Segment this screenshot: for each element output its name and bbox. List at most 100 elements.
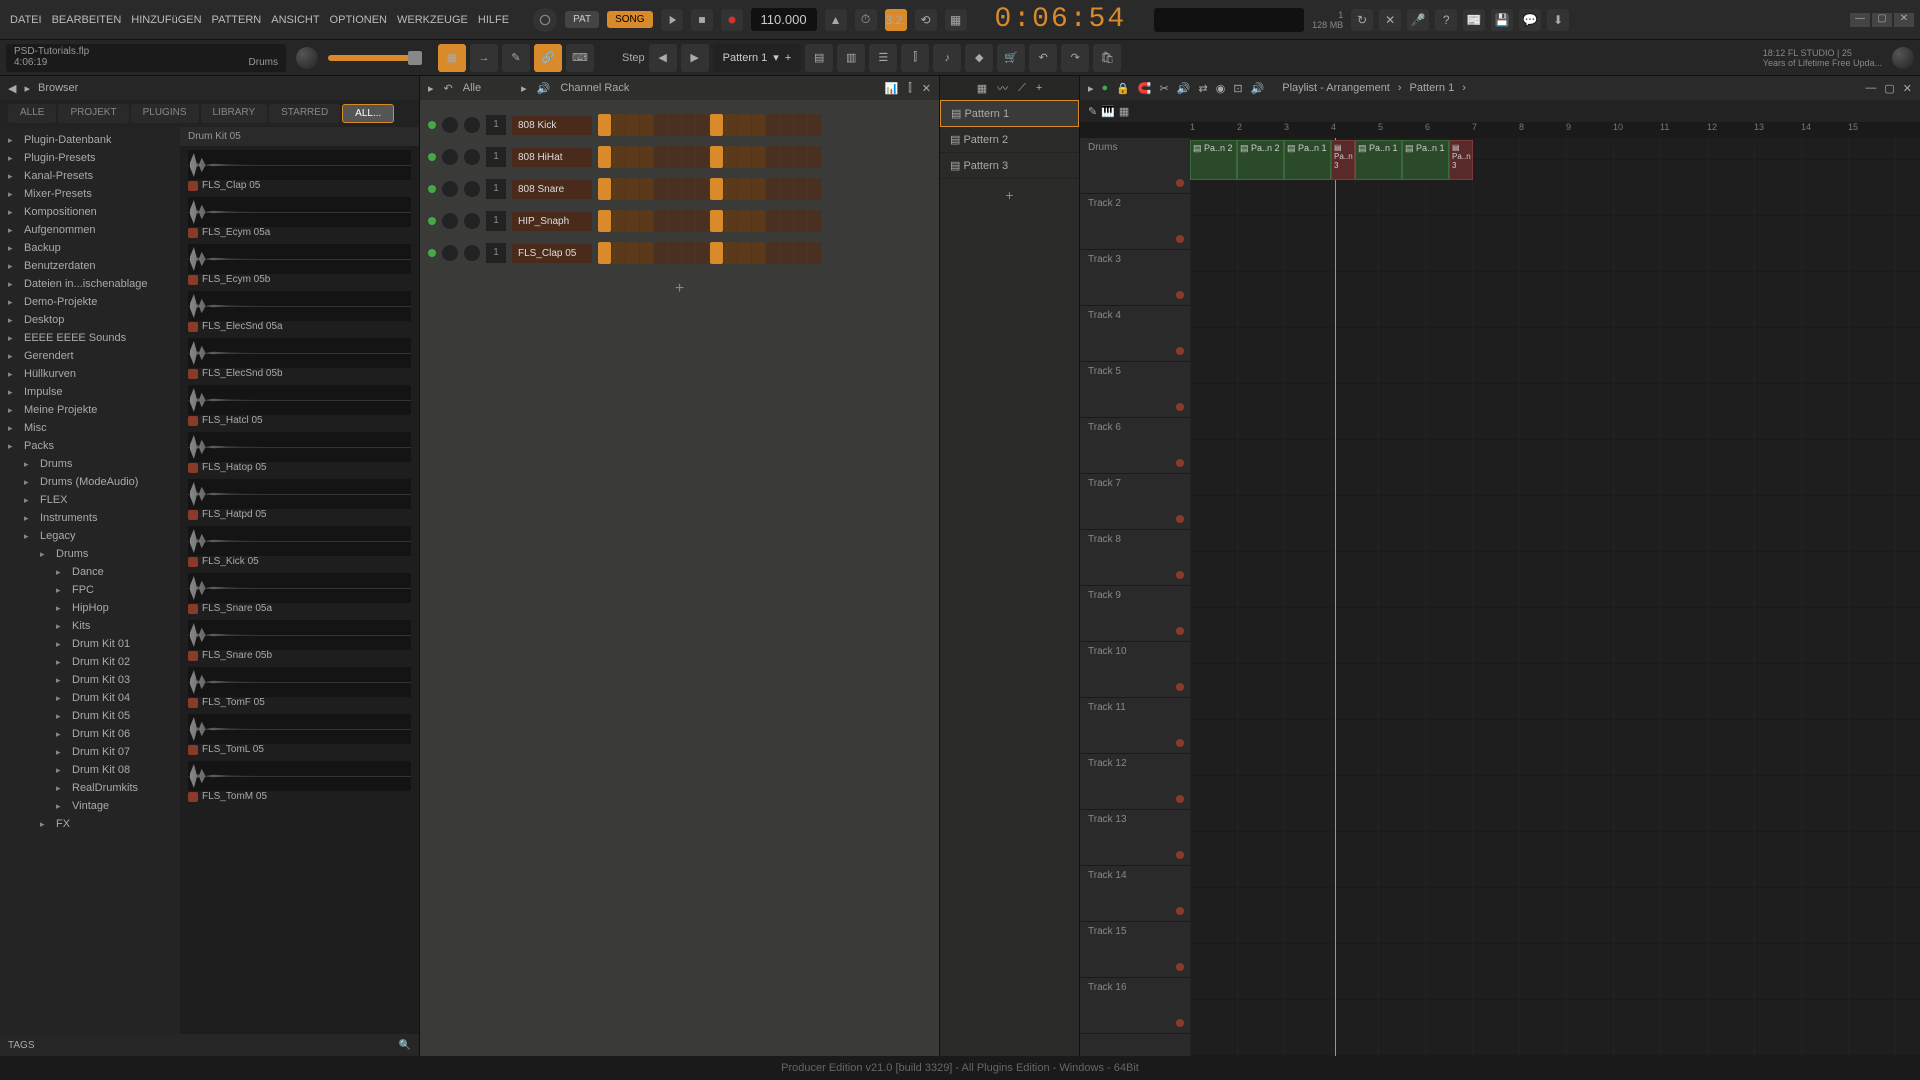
step-button[interactable]	[738, 146, 751, 168]
pan-knob[interactable]	[442, 181, 458, 197]
vol-knob[interactable]	[464, 245, 480, 261]
sample-item[interactable]: FLS_Snare 05b	[180, 616, 419, 663]
step-button[interactable]	[794, 114, 807, 136]
menu-hilfe[interactable]: HILFE	[474, 14, 513, 26]
channel-led[interactable]	[428, 249, 436, 257]
step-button[interactable]	[654, 178, 667, 200]
tree-item[interactable]: ▸FLEX	[0, 491, 180, 509]
step-button[interactable]	[780, 146, 793, 168]
sample-item[interactable]: FLS_Hatpd 05	[180, 475, 419, 522]
cr-back-icon[interactable]: ↶	[444, 82, 453, 95]
playlist-track[interactable]: Track 9	[1080, 586, 1190, 642]
playlist-grid[interactable]: ▤ Pa..n 2▤ Pa..n 2▤ Pa..n 1▤ Pa..n 3▤ Pa…	[1190, 138, 1920, 1056]
pl-magnet-icon[interactable]: 🧲	[1138, 82, 1152, 95]
save-button[interactable]: 💾	[1491, 9, 1513, 31]
tree-item[interactable]: ▸EEEE EEEE Sounds	[0, 329, 180, 347]
playlist-track[interactable]: Track 12	[1080, 754, 1190, 810]
channel-led[interactable]	[428, 153, 436, 161]
playlist-track[interactable]: Track 11	[1080, 698, 1190, 754]
tree-item[interactable]: ▸Kompositionen	[0, 203, 180, 221]
step-button[interactable]	[738, 178, 751, 200]
playlist-clip[interactable]: ▤ Pa..n 2	[1190, 140, 1237, 180]
track-mute[interactable]	[1176, 459, 1184, 467]
cr-graph-icon[interactable]: 📊	[885, 82, 899, 95]
step-button[interactable]	[626, 242, 639, 264]
vol-knob[interactable]	[464, 117, 480, 133]
cr-options-icon[interactable]: ⫿	[908, 82, 912, 95]
browser-tab-starred[interactable]: STARRED	[269, 104, 340, 123]
step-button[interactable]	[654, 210, 667, 232]
tempo-tap-button[interactable]: ♪	[933, 44, 961, 72]
step-button[interactable]	[682, 178, 695, 200]
step-button[interactable]	[780, 114, 793, 136]
pl-max-icon[interactable]: ▢	[1884, 82, 1894, 95]
menu-hinzufuegen[interactable]: HINZUFüGEN	[127, 14, 205, 26]
step-button[interactable]	[626, 210, 639, 232]
tree-item[interactable]: ▸RealDrumkits	[0, 779, 180, 797]
track-mute[interactable]	[1176, 851, 1184, 859]
step-button[interactable]	[598, 178, 611, 200]
tree-item[interactable]: ▸Dateien in...ischenablage	[0, 275, 180, 293]
snap-left[interactable]: ◀	[649, 44, 677, 72]
channel-led[interactable]	[428, 217, 436, 225]
step-button[interactable]	[598, 210, 611, 232]
step-button[interactable]	[794, 178, 807, 200]
tree-item[interactable]: ▸Aufgenommen	[0, 221, 180, 239]
step-button[interactable]	[626, 178, 639, 200]
metronome-button[interactable]: ▲	[825, 9, 847, 31]
song-mode-button[interactable]: SONG	[607, 11, 652, 28]
step-button[interactable]	[752, 146, 765, 168]
tree-item[interactable]: ▸HipHop	[0, 599, 180, 617]
track-mute[interactable]	[1176, 235, 1184, 243]
pl-grid-icon[interactable]: ▦	[1119, 105, 1129, 118]
step-button[interactable]	[612, 146, 625, 168]
channel-led[interactable]	[428, 121, 436, 129]
step-button[interactable]	[682, 242, 695, 264]
channel-number[interactable]: 1	[486, 243, 506, 263]
step-button[interactable]	[766, 178, 779, 200]
step-button[interactable]	[766, 146, 779, 168]
step-button[interactable]	[696, 210, 709, 232]
pl-midi-icon[interactable]: 🎹	[1101, 105, 1115, 118]
cart-button[interactable]: 🛒	[997, 44, 1025, 72]
tree-item[interactable]: ▸Drum Kit 03	[0, 671, 180, 689]
browser-samples[interactable]: Drum Kit 05 FLS_Clap 05FLS_Ecym 05aFLS_E…	[180, 127, 419, 1034]
tree-item[interactable]: ▸Desktop	[0, 311, 180, 329]
pan-knob[interactable]	[442, 245, 458, 261]
step-button[interactable]	[640, 114, 653, 136]
sample-item[interactable]: FLS_TomM 05	[180, 757, 419, 804]
menu-pattern[interactable]: PATTERN	[208, 14, 266, 26]
pat-mode-button[interactable]: PAT	[565, 11, 599, 28]
tree-item[interactable]: ▸FX	[0, 815, 180, 833]
tree-item[interactable]: ▸Benutzerdaten	[0, 257, 180, 275]
sync-button[interactable]: ↻	[1351, 9, 1373, 31]
play-button[interactable]	[661, 9, 683, 31]
step-button[interactable]	[808, 242, 821, 264]
sample-item[interactable]: FLS_TomF 05	[180, 663, 419, 710]
browser-tab-library[interactable]: LIBRARY	[201, 104, 268, 123]
cr-menu-icon[interactable]: ▸	[428, 82, 434, 95]
track-mute[interactable]	[1176, 515, 1184, 523]
sample-item[interactable]: FLS_Ecym 05a	[180, 193, 419, 240]
playlist-button[interactable]: ▤	[805, 44, 833, 72]
browser-tab-plugins[interactable]: PLUGINS	[131, 104, 199, 123]
step-button[interactable]	[808, 146, 821, 168]
step-button[interactable]	[808, 114, 821, 136]
tree-item[interactable]: ▸Vintage	[0, 797, 180, 815]
master-volume-knob[interactable]	[296, 47, 318, 69]
channel-number[interactable]: 1	[486, 115, 506, 135]
tree-item[interactable]: ▸Drums (ModeAudio)	[0, 473, 180, 491]
tree-item[interactable]: ▸Plugin-Presets	[0, 149, 180, 167]
sample-item[interactable]: FLS_Hatop 05	[180, 428, 419, 475]
pl-lock-icon[interactable]: 🔒	[1116, 82, 1130, 95]
step-button[interactable]	[710, 114, 723, 136]
browser-tab-alle[interactable]: ALLE	[8, 104, 56, 123]
playlist-clip[interactable]: ▤ Pa..n 1	[1402, 140, 1449, 180]
pp-auto-icon[interactable]: ⟋	[1018, 82, 1026, 95]
step-button[interactable]	[752, 210, 765, 232]
step-button[interactable]	[612, 114, 625, 136]
step-button[interactable]	[752, 178, 765, 200]
browser-tab-all...[interactable]: ALL...	[342, 104, 394, 123]
step-button[interactable]	[668, 146, 681, 168]
master-pitch-slider[interactable]	[328, 55, 418, 61]
